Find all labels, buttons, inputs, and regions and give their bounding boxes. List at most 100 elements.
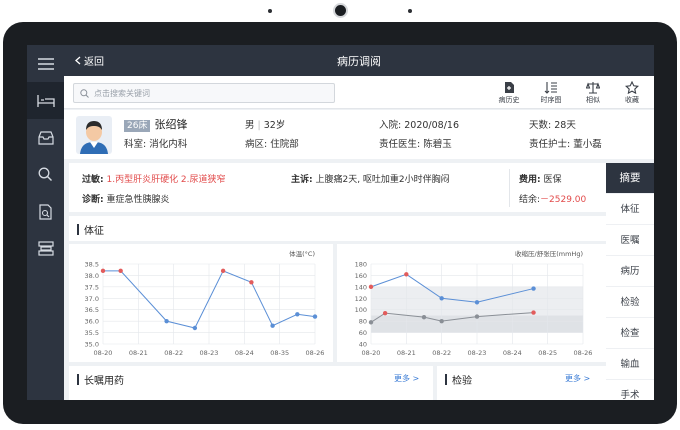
ward-label: 病区: — [245, 139, 268, 150]
search-icon — [80, 88, 89, 98]
allergy-row: 过敏: 1.丙型肝炎肝硬化 2.尿道狭窄 — [82, 172, 226, 185]
y-tick-label: 38.5 — [85, 261, 99, 269]
data-point — [531, 286, 536, 291]
balance-label: 结余: — [519, 195, 541, 205]
x-tick-label: 08-26 — [574, 349, 593, 357]
bed-badge: 26床 — [124, 120, 151, 132]
search-icon[interactable] — [27, 156, 64, 193]
data-point — [439, 296, 444, 301]
similar-label: 相似 — [586, 96, 600, 104]
sidebar — [27, 45, 64, 400]
data-point — [531, 310, 536, 315]
data-point — [164, 318, 169, 324]
responsible-doctor: 责任医生: 陈碧玉 — [379, 136, 452, 150]
search-toolbar: 病历史 时序图 相似 收藏 — [64, 76, 654, 109]
tab-vitals[interactable]: 体征 — [606, 194, 654, 225]
x-tick-label: 08-21 — [129, 349, 148, 357]
chart-title: 收缩压/舒张压(mmHg) — [515, 249, 583, 258]
fee-row: 费用: 医保 — [519, 172, 562, 185]
tablet-device: 返回 病历调阅 病历史 时序图 — [0, 0, 680, 430]
data-point — [474, 314, 480, 319]
patient-name: 张绍锋 — [154, 118, 188, 131]
data-point — [474, 300, 480, 305]
responsible-nurse: 责任护士: 董小磊 — [529, 136, 602, 150]
days-value: 28天 — [554, 120, 576, 131]
chart-title: 体温(°C) — [289, 249, 315, 258]
nurse-value: 董小磊 — [573, 139, 602, 150]
gender-age: 男 | 32岁 — [245, 120, 286, 131]
history-record-icon — [505, 82, 514, 93]
y-tick-label: 37.5 — [85, 283, 99, 291]
lab-title: 检验 — [445, 372, 472, 387]
bed-icon[interactable] — [27, 82, 64, 119]
favorite-label: 收藏 — [625, 96, 639, 104]
y-tick-label: 38.0 — [85, 272, 99, 280]
timeline-button[interactable]: 时序图 — [534, 81, 568, 105]
y-tick-label: 140 — [355, 283, 367, 291]
x-tick-label: 08-20 — [362, 349, 381, 357]
tab-transfusion[interactable]: 输血 — [606, 349, 654, 380]
diagnosis-label: 诊断: — [82, 195, 104, 205]
tab-summary[interactable]: 摘要 — [606, 163, 654, 194]
orders-card: 长嘱用药 更多 > — [69, 366, 433, 400]
ward: 病区: 住院部 — [245, 136, 299, 150]
temperature-chart: 体温(°C) 38.5 38.0 37.5 37.0 36.5 36.0 35.5 35.0 08… — [69, 244, 333, 362]
x-tick-label: 08-22 — [432, 349, 451, 357]
sensor-dot — [268, 9, 272, 13]
avatar — [76, 116, 112, 154]
blood-pressure-chart-svg: 收缩压/舒张压(mmHg) 180 160 140 120 100 80 60 4008-20 0… — [355, 249, 593, 357]
doctor-value: 陈碧玉 — [423, 139, 452, 150]
patient-info-card: 26床 张绍锋 男 | 32岁 入院: 2020/08/16 天数: 28天 科室: … — [64, 110, 654, 159]
diagnosis-value: 重症急性胰腺炎 — [106, 195, 170, 205]
days-label: 天数: — [529, 120, 552, 131]
tab-orders[interactable]: 医嘱 — [606, 225, 654, 256]
history-button[interactable]: 病历史 — [492, 81, 526, 105]
record-tabs: 摘要 体征 医嘱 病历 检验 检查 输血 手术 — [606, 163, 654, 400]
data-point — [404, 272, 409, 277]
admission-date: 入院: 2020/08/16 — [379, 117, 459, 131]
vitals-section: 体征 体温(°C) 38.5 38.0 37.5 37.0 36.5 36.0 35.5 35.… — [69, 216, 606, 400]
similar-button[interactable]: 相似 — [576, 81, 610, 105]
favorite-button[interactable]: 收藏 — [615, 81, 649, 105]
patient-age: 32岁 — [263, 120, 286, 131]
y-tick-label: 80 — [359, 318, 367, 326]
allergy-values: 1.丙型肝炎肝硬化 2.尿道狭窄 — [106, 175, 226, 185]
tab-records[interactable]: 病历 — [606, 256, 654, 287]
orders-title-text: 长嘱用药 — [84, 376, 124, 387]
x-tick-label: 08-21 — [397, 349, 416, 357]
admit-label: 入院: — [379, 120, 402, 131]
top-bar: 返回 病历调阅 — [64, 45, 654, 76]
main-content: 病历史 时序图 相似 收藏 — [64, 76, 654, 400]
orders-more-link[interactable]: 更多 > — [394, 373, 419, 384]
temperature-chart-svg: 体温(°C)38.538.037.537.036.536.035.535.008… — [85, 249, 325, 357]
tab-lab[interactable]: 检验 — [606, 287, 654, 318]
stack-icon[interactable] — [27, 230, 64, 267]
admit-date: 2020/08/16 — [404, 120, 459, 131]
x-tick-label: 08-25 — [538, 349, 557, 357]
vitals-title: 体征 — [77, 222, 104, 237]
sensor-dot — [408, 9, 412, 13]
summary-card: 过敏: 1.丙型肝炎肝硬化 2.尿道狭窄 主诉: 上腹痛2天, 呕吐加重2小时伴… — [69, 163, 606, 212]
menu-icon[interactable] — [27, 45, 64, 82]
inbox-icon[interactable] — [27, 119, 64, 156]
timeline-label: 时序图 — [540, 96, 562, 104]
tab-surgery[interactable]: 手术 — [606, 380, 654, 400]
y-tick-label: 35.0 — [85, 341, 99, 349]
department: 科室: 消化内科 — [124, 136, 187, 150]
data-point — [312, 314, 318, 319]
patient-name-row: 26床 张绍锋 — [124, 116, 187, 132]
data-point — [249, 280, 254, 285]
patient-gender: 男 — [245, 120, 255, 131]
data-point — [192, 325, 198, 331]
y-tick-label: 37.0 — [85, 295, 99, 303]
tab-exam[interactable]: 检查 — [606, 318, 654, 349]
y-tick-label: 36.5 — [85, 306, 99, 314]
x-tick-label: 08-24 — [235, 349, 254, 357]
y-tick-label: 40 — [359, 341, 367, 349]
search-input[interactable] — [94, 88, 324, 98]
ward-value: 住院部 — [270, 139, 299, 150]
x-tick-label: 08-35 — [270, 349, 289, 357]
document-search-icon[interactable] — [27, 193, 64, 230]
lab-more-link[interactable]: 更多 > — [565, 373, 590, 384]
data-point — [368, 320, 374, 325]
